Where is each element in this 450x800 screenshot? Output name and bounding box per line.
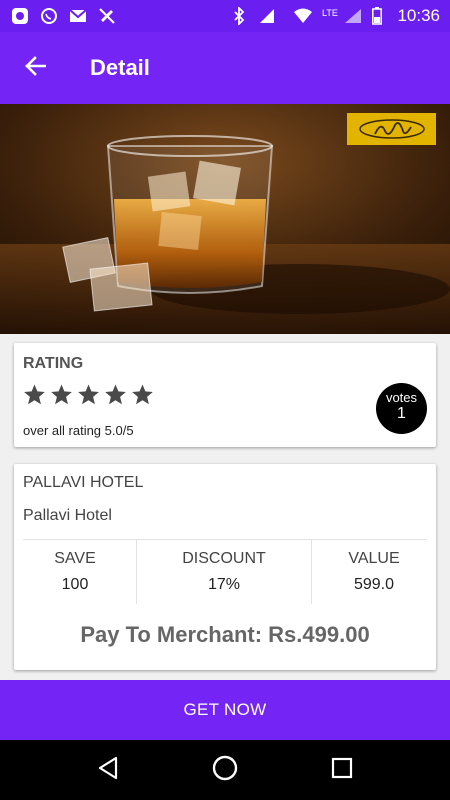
merchant-title: PALLAVI HOTEL — [23, 474, 144, 491]
recents-square-icon — [331, 757, 353, 783]
rating-card: RATING over all rating 5.0/5 votes 1 — [14, 343, 436, 447]
lte-signal-icon: LTE — [321, 6, 363, 26]
page-title: Detail — [90, 55, 150, 80]
nav-back-button[interactable] — [88, 750, 128, 790]
overall-rating-text: over all rating 5.0/5 — [23, 423, 134, 438]
system-nav-bar — [0, 740, 450, 800]
battery-icon — [371, 6, 383, 26]
status-notifications — [10, 6, 117, 26]
stat-value: 100 — [61, 576, 89, 593]
rating-title: RATING — [23, 355, 84, 372]
status-bar: LTE 10:36 — [0, 0, 450, 32]
stat-label: DISCOUNT — [182, 550, 266, 567]
deal-card: PALLAVI HOTEL Pallavi Hotel SAVE 100 DIS… — [14, 464, 436, 670]
star-rating — [23, 383, 154, 406]
votes-label: votes — [385, 390, 418, 405]
nav-recents-button[interactable] — [322, 750, 362, 790]
star-icon — [105, 384, 126, 405]
stat-value: 599.0 — [353, 576, 395, 593]
gmail-icon — [68, 6, 88, 26]
app-notification-icon — [10, 6, 30, 26]
votes-badge: votes 1 — [376, 383, 427, 434]
stat-value: 17% — [207, 576, 241, 593]
status-time: 10:36 — [397, 6, 440, 25]
no-call-icon — [97, 6, 117, 26]
merchant-name: Pallavi Hotel — [23, 507, 112, 524]
stat-discount: DISCOUNT 17% — [137, 540, 312, 604]
bluetooth-icon — [229, 6, 249, 26]
star-icon — [51, 384, 72, 405]
star-icon — [24, 384, 45, 405]
whatsapp-icon — [39, 6, 59, 26]
votes-count: 1 — [397, 405, 406, 422]
svg-text:LTE: LTE — [322, 8, 338, 18]
signal-4g-icon — [257, 6, 285, 26]
hm-logo — [347, 113, 436, 145]
star-icon — [78, 384, 99, 405]
get-now-button[interactable]: GET NOW — [0, 680, 450, 740]
stat-label: VALUE — [348, 550, 400, 567]
app-bar: Detail — [0, 32, 450, 104]
status-system: LTE 10:36 — [229, 6, 440, 26]
nav-home-button[interactable] — [205, 750, 245, 790]
deal-image — [0, 104, 450, 334]
star-icon — [132, 384, 153, 405]
stat-save: SAVE 100 — [14, 540, 137, 604]
home-circle-icon — [211, 754, 239, 786]
wifi-icon — [293, 6, 313, 26]
stat-value-col: VALUE 599.0 — [312, 540, 436, 604]
deal-stats: SAVE 100 DISCOUNT 17% VALUE 599.0 — [14, 540, 436, 604]
stat-label: SAVE — [54, 550, 96, 567]
back-triangle-icon — [97, 756, 119, 784]
arrow-left-icon — [24, 56, 47, 80]
back-button[interactable] — [0, 32, 70, 104]
pay-to-merchant: Pay To Merchant: Rs.499.00 — [80, 622, 370, 647]
